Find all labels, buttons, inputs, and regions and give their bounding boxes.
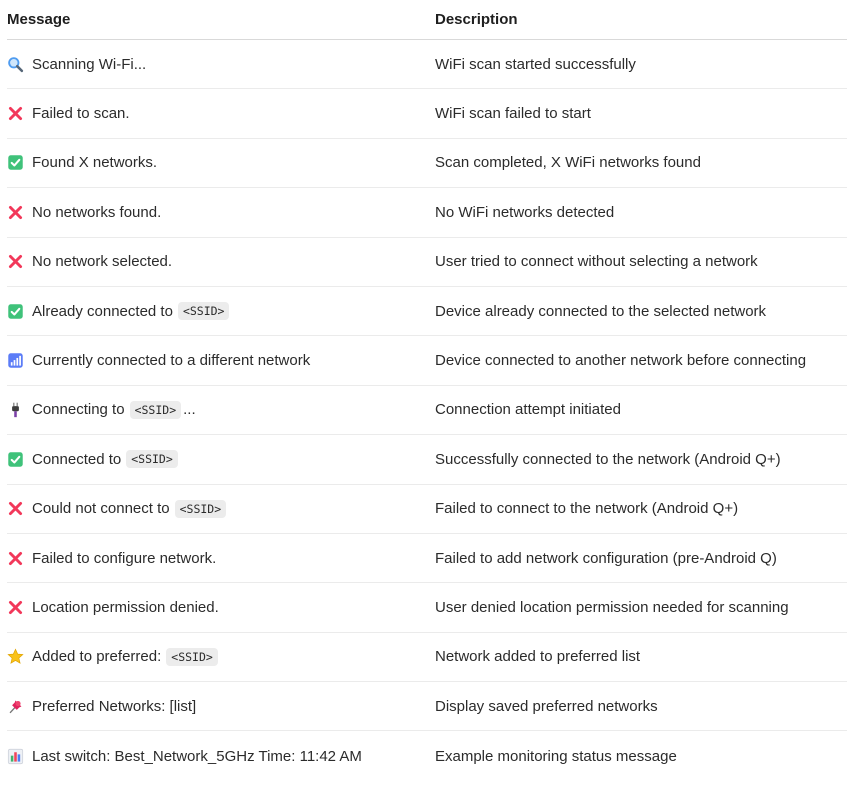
message-cell: Connecting to <SSID>... [7, 400, 435, 419]
pushpin-icon [7, 698, 24, 715]
description-cell: Scan completed, X WiFi networks found [435, 154, 701, 172]
message-text: Failed to scan. [32, 105, 130, 123]
bar-chart-icon [7, 748, 24, 765]
star-icon [7, 648, 24, 665]
table-row: Could not connect to <SSID> Failed to conn… [7, 485, 847, 534]
table-row: Location permission denied. User denied l… [7, 583, 847, 633]
table-row: Currently connected to a different netwo… [7, 336, 847, 386]
signal-bars-icon [7, 352, 24, 369]
table-row: Preferred Networks: [list] Display saved … [7, 682, 847, 732]
cross-mark-icon [7, 500, 24, 517]
table-row: Failed to configure network. Failed to ad… [7, 534, 847, 584]
description-cell: Failed to connect to the network (Androi… [435, 500, 739, 518]
table-row: Scanning Wi-Fi... WiFi scan started succe… [7, 40, 847, 90]
cross-mark-icon [7, 599, 24, 616]
check-mark-icon [7, 154, 24, 171]
message-text: Preferred Networks: [list] [32, 697, 197, 715]
message-cell: Failed to configure network. [7, 550, 435, 567]
message-text: Connecting to [32, 401, 125, 419]
table-row: No network selected. User tried to connec… [7, 238, 847, 287]
status-message-table: Message Description Scanning Wi-Fi... WiF… [7, 0, 847, 781]
check-mark-icon [7, 451, 24, 468]
magnifier-icon [7, 56, 24, 73]
cross-mark-icon [7, 253, 24, 270]
message-cell: Preferred Networks: [list] [7, 698, 435, 715]
message-text: Scanning Wi-Fi... [32, 55, 147, 73]
table-row: Connected to <SSID> Successfully connected… [7, 435, 847, 485]
message-cell: Found X networks. [7, 154, 435, 171]
message-cell: Could not connect to <SSID> [7, 499, 435, 518]
check-mark-icon [7, 303, 24, 320]
table-row: Failed to scan. WiFi scan failed to start [7, 89, 847, 139]
table-row: Already connected to <SSID> Device already… [7, 287, 847, 337]
header-description: Description [435, 11, 518, 28]
description-cell: Successfully connected to the network (A… [435, 450, 781, 468]
ssid-code: <SSID> [126, 450, 178, 469]
message-cell: Location permission denied. [7, 599, 435, 616]
message-suffix: ... [183, 401, 196, 419]
table-row: Found X networks. Scan completed, X WiFi … [7, 139, 847, 189]
plug-icon [7, 401, 24, 418]
description-cell: Example monitoring status message [435, 747, 677, 765]
message-cell: Failed to scan. [7, 105, 435, 122]
description-cell: User tried to connect without selecting … [435, 253, 758, 271]
message-text: No networks found. [32, 203, 162, 221]
ssid-code: <SSID> [177, 302, 230, 321]
message-cell: Currently connected to a different netwo… [7, 352, 435, 369]
description-cell: WiFi scan started successfully [435, 55, 636, 73]
ssid-code: <SSID> [129, 400, 182, 419]
table-row: Added to preferred: <SSID> Network added t… [7, 633, 847, 683]
message-cell: Already connected to <SSID> [7, 302, 435, 321]
table-row: Last switch: Best_Network_5GHz Time: 11:… [7, 731, 847, 780]
message-text: Failed to configure network. [32, 549, 217, 567]
message-cell: No networks found. [7, 204, 435, 221]
description-cell: Network added to preferred list [435, 648, 641, 666]
message-text: Location permission denied. [32, 598, 219, 616]
description-cell: Failed to add network configuration (pre… [435, 549, 777, 567]
description-cell: WiFi scan failed to start [435, 105, 591, 123]
cross-mark-icon [7, 204, 24, 221]
cross-mark-icon [7, 105, 24, 122]
message-text: Last switch: Best_Network_5GHz Time: 11:… [32, 747, 362, 765]
message-cell: No network selected. [7, 253, 435, 270]
table-row: No networks found. No WiFi networks detec… [7, 188, 847, 238]
description-cell: User denied location permission needed f… [435, 598, 789, 616]
message-text: Already connected to [32, 302, 173, 320]
description-cell: Device connected to another network befo… [435, 352, 807, 370]
message-text: No network selected. [32, 253, 173, 271]
message-text: Could not connect to [32, 500, 170, 518]
description-cell: Device already connected to the selected… [435, 302, 767, 320]
ssid-code: <SSID> [174, 499, 227, 518]
table-header: Message Description [7, 0, 847, 40]
message-text: Currently connected to a different netwo… [32, 352, 311, 370]
message-text: Found X networks. [32, 154, 158, 172]
description-cell: No WiFi networks detected [435, 203, 615, 221]
message-text: Connected to [32, 450, 122, 468]
message-cell: Scanning Wi-Fi... [7, 56, 435, 73]
description-cell: Connection attempt initiated [435, 401, 621, 419]
description-cell: Display saved preferred networks [435, 697, 658, 715]
ssid-code: <SSID> [166, 647, 218, 666]
table-row: Connecting to <SSID>... Connection attempt… [7, 386, 847, 436]
header-message: Message [7, 11, 71, 28]
cross-mark-icon [7, 550, 24, 567]
message-cell: Connected to <SSID> [7, 450, 435, 469]
message-cell: Added to preferred: <SSID> [7, 647, 435, 666]
message-cell: Last switch: Best_Network_5GHz Time: 11:… [7, 748, 435, 765]
message-text: Added to preferred: [32, 648, 162, 666]
